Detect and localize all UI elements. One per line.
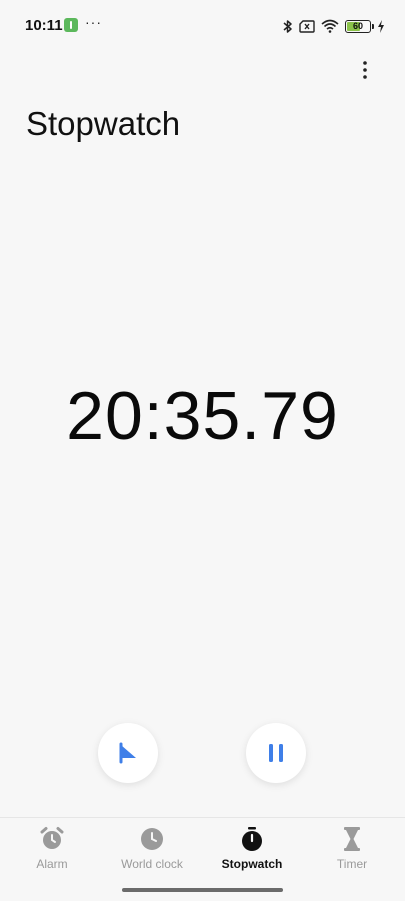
- bluetooth-icon: [283, 19, 292, 33]
- elapsed-time: 20:35.79: [66, 378, 339, 454]
- pause-icon: [269, 744, 283, 762]
- hourglass-icon: [339, 826, 365, 852]
- nav-world-clock[interactable]: World clock: [102, 826, 202, 876]
- battery-level: 60: [352, 20, 363, 31]
- pause-button[interactable]: [246, 723, 306, 783]
- more-options-button[interactable]: [353, 58, 377, 82]
- nav-alarm[interactable]: Alarm: [2, 826, 102, 876]
- alarm-clock-icon: [39, 826, 65, 852]
- more-vertical-icon: [363, 61, 367, 79]
- nav-label: Alarm: [36, 857, 68, 871]
- stopwatch-icon: [239, 826, 265, 852]
- battery-indicator: 60: [345, 19, 374, 33]
- no-sim-icon: [299, 19, 315, 33]
- nav-label: Stopwatch: [221, 857, 283, 871]
- nav-label: World clock: [121, 857, 183, 871]
- nav-label: Timer: [336, 857, 368, 871]
- nav-stopwatch[interactable]: Stopwatch: [202, 826, 302, 876]
- lap-button[interactable]: [98, 723, 158, 783]
- charging-icon: [378, 19, 384, 33]
- flag-icon: [119, 742, 136, 764]
- clock-icon: [139, 826, 165, 852]
- page-title: Stopwatch: [26, 105, 181, 142]
- app-notification-icon: [64, 18, 78, 32]
- wifi-icon: [321, 19, 339, 33]
- home-indicator[interactable]: [122, 888, 283, 892]
- status-icons: 60: [283, 17, 385, 35]
- more-notifications-icon: ···: [85, 14, 102, 30]
- nav-timer[interactable]: Timer: [302, 826, 402, 876]
- status-bar: 10:11 ··· 60: [0, 0, 405, 52]
- status-time: 10:11: [25, 17, 63, 34]
